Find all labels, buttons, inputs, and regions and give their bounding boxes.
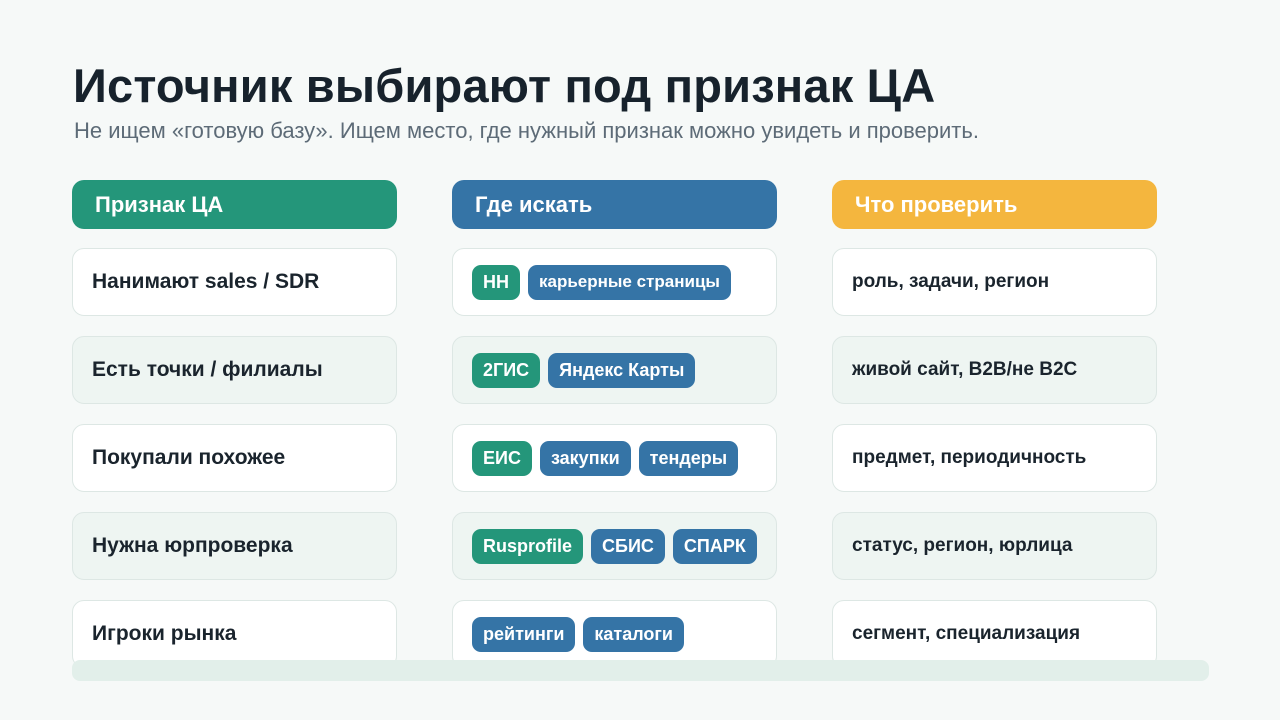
- trait-cell: Нанимают sales / SDR: [72, 248, 397, 316]
- check-cell: роль, задачи, регион: [832, 248, 1157, 316]
- source-tag: каталоги: [583, 616, 684, 652]
- source-tag: HH: [472, 264, 520, 300]
- trait-column-header: Признак ЦА: [72, 180, 397, 229]
- source-tag: СБИС: [591, 528, 665, 564]
- where-cell: рейтинги каталоги: [452, 600, 777, 668]
- source-tag: рейтинги: [472, 616, 576, 652]
- trait-cell: Игроки рынка: [72, 600, 397, 668]
- footer-bar: [72, 660, 1209, 681]
- source-tag: карьерные страницы: [528, 264, 731, 300]
- source-tag: Яндекс Карты: [548, 352, 696, 388]
- where-cell: ЕИС закупки тендеры: [452, 424, 777, 492]
- source-tag: тендеры: [638, 440, 739, 476]
- trait-cell: Нужна юрпроверка: [72, 512, 397, 580]
- source-tag: Rusprofile: [472, 528, 584, 564]
- where-cell: HH карьерные страницы: [452, 248, 777, 316]
- where-cell: 2ГИС Яндекс Карты: [452, 336, 777, 404]
- check-cell: статус, регион, юрлица: [832, 512, 1157, 580]
- source-tag: 2ГИС: [472, 352, 541, 388]
- check-cell: живой сайт, B2B/не B2C: [832, 336, 1157, 404]
- check-column-header: Что проверить: [832, 180, 1157, 229]
- source-tag: СПАРК: [672, 528, 757, 564]
- source-tag: закупки: [539, 440, 631, 476]
- check-column: Что проверить роль, задачи, регион живой…: [832, 180, 1157, 668]
- where-column: Где искать HH карьерные страницы 2ГИС Янде…: [452, 180, 777, 668]
- where-cell: Rusprofile СБИС СПАРК: [452, 512, 777, 580]
- check-cell: сегмент, специализация: [832, 600, 1157, 668]
- trait-column: Признак ЦА Нанимают sales / SDR Есть точ…: [72, 180, 397, 668]
- trait-cell: Есть точки / филиалы: [72, 336, 397, 404]
- slide-title: Источник выбирают под признак ЦА: [73, 59, 936, 112]
- trait-cell: Покупали похожее: [72, 424, 397, 492]
- where-column-header: Где искать: [452, 180, 777, 229]
- source-tag: ЕИС: [472, 440, 532, 476]
- check-cell: предмет, периодичность: [832, 424, 1157, 492]
- slide-subtitle: Не ищем «готовую базу». Ищем место, где …: [74, 118, 979, 143]
